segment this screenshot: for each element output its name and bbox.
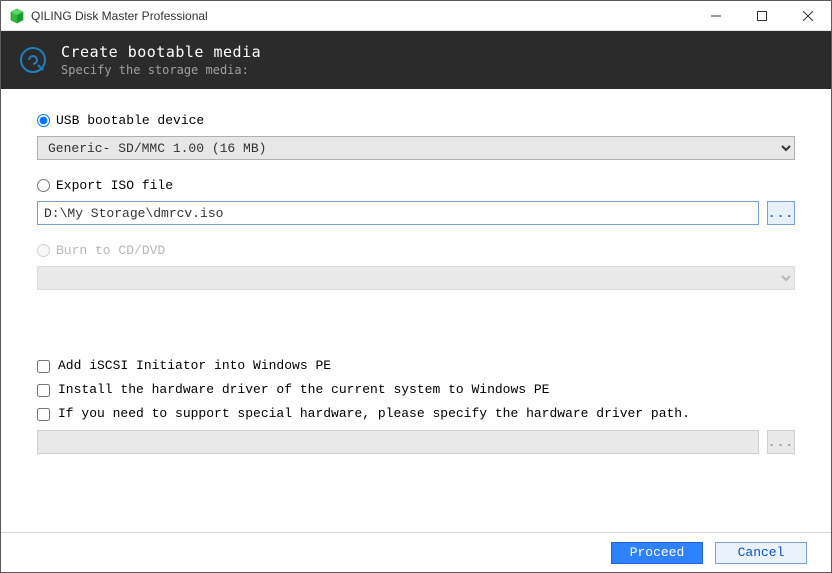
iso-radio-label[interactable]: Export ISO file	[56, 178, 173, 193]
driver-path-row: ...	[37, 430, 795, 454]
cancel-button[interactable]: Cancel	[715, 542, 807, 564]
iso-radio-row[interactable]: Export ISO file	[37, 178, 795, 193]
app-icon	[9, 8, 25, 24]
app-window: QILING Disk Master Professional Create b…	[0, 0, 832, 573]
driver-path-browse-button: ...	[767, 430, 795, 454]
titlebar: QILING Disk Master Professional	[1, 1, 831, 31]
iso-radio[interactable]	[37, 179, 50, 192]
header-band: Create bootable media Specify the storag…	[1, 31, 831, 89]
usb-radio-label[interactable]: USB bootable device	[56, 113, 204, 128]
wizard-icon	[17, 44, 49, 76]
minimize-button[interactable]	[693, 1, 739, 31]
spacer	[37, 308, 795, 358]
window-title: QILING Disk Master Professional	[31, 9, 693, 23]
close-button[interactable]	[785, 1, 831, 31]
driver-path-checkbox[interactable]	[37, 408, 50, 421]
iscsi-checkbox[interactable]	[37, 360, 50, 373]
driver-current-check-row[interactable]: Install the hardware driver of the curre…	[37, 382, 795, 398]
driver-path-input	[37, 430, 759, 454]
content-area: USB bootable device Generic- SD/MMC 1.00…	[1, 89, 831, 532]
driver-path-check-row[interactable]: If you need to support special hardware,…	[37, 406, 795, 422]
burn-radio	[37, 244, 50, 257]
burn-select-row	[37, 266, 795, 290]
iso-browse-button[interactable]: ...	[767, 201, 795, 225]
usb-radio[interactable]	[37, 114, 50, 127]
burn-drive-dropdown	[37, 266, 795, 290]
iso-path-input[interactable]	[37, 201, 759, 225]
iso-path-row: ...	[37, 201, 795, 225]
iscsi-check-label[interactable]: Add iSCSI Initiator into Windows PE	[58, 358, 331, 374]
window-controls	[693, 1, 831, 31]
burn-radio-label: Burn to CD/DVD	[56, 243, 165, 258]
driver-current-checkbox[interactable]	[37, 384, 50, 397]
iscsi-check-row[interactable]: Add iSCSI Initiator into Windows PE	[37, 358, 795, 374]
usb-radio-row[interactable]: USB bootable device	[37, 113, 795, 128]
driver-current-check-label[interactable]: Install the hardware driver of the curre…	[58, 382, 549, 398]
usb-select-row: Generic- SD/MMC 1.00 (16 MB)	[37, 136, 795, 160]
usb-device-dropdown[interactable]: Generic- SD/MMC 1.00 (16 MB)	[37, 136, 795, 160]
maximize-button[interactable]	[739, 1, 785, 31]
proceed-button[interactable]: Proceed	[611, 542, 703, 564]
page-subtitle: Specify the storage media:	[61, 63, 261, 77]
burn-radio-row: Burn to CD/DVD	[37, 243, 795, 258]
header-texts: Create bootable media Specify the storag…	[61, 43, 261, 77]
footer: Proceed Cancel	[1, 532, 831, 572]
page-title: Create bootable media	[61, 43, 261, 61]
driver-path-check-label[interactable]: If you need to support special hardware,…	[58, 406, 690, 422]
